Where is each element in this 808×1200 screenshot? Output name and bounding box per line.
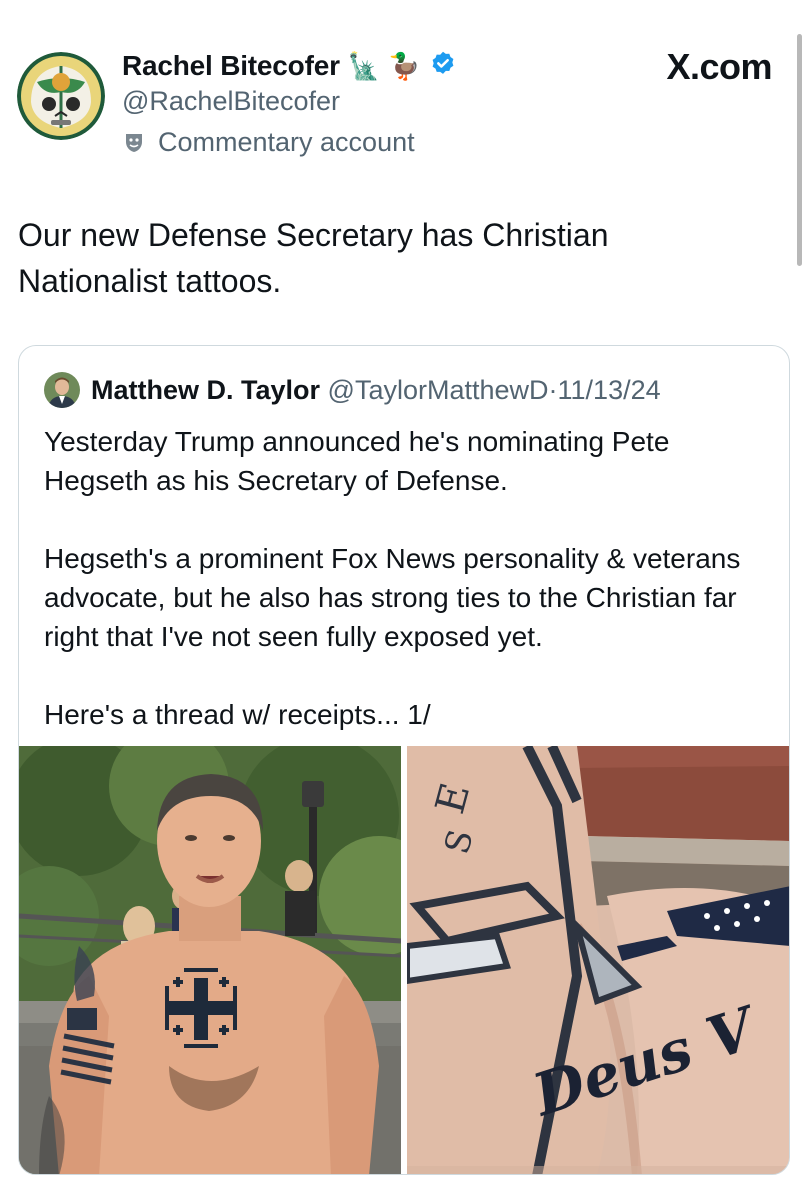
statue-of-liberty-icon: 🗽	[347, 50, 381, 81]
author-avatar[interactable]	[17, 52, 105, 140]
quoted-tweet-date[interactable]: 11/13/24	[558, 375, 661, 405]
x-brand-logo: X.com	[666, 46, 772, 87]
account-label-text: Commentary account	[158, 127, 415, 157]
quoted-paragraph: Here's a thread w/ receipts... 1/	[44, 699, 431, 730]
quoted-tweet-header: Matthew D. Taylor @TaylorMatthewD·11/13/…	[91, 372, 661, 408]
quoted-author-handle[interactable]: @TaylorMatthewD	[328, 375, 549, 405]
media-photo-left[interactable]	[19, 746, 401, 1174]
author-display-name[interactable]: Rachel Bitecofer	[122, 50, 340, 82]
author-name-row: Rachel Bitecofer 🗽 🦆	[122, 46, 457, 86]
quoted-tweet-card[interactable]: Matthew D. Taylor @TaylorMatthewD·11/13/…	[18, 345, 790, 1175]
verified-badge-icon[interactable]	[429, 50, 457, 83]
meta-separator: ·	[548, 375, 558, 405]
quoted-paragraph: Yesterday Trump announced he's nominatin…	[44, 426, 670, 496]
quoted-tweet-text: Yesterday Trump announced he's nominatin…	[44, 422, 774, 734]
media-photo-right[interactable]: E S Deus V	[407, 746, 789, 1174]
commentary-mask-icon	[122, 131, 146, 155]
quoted-author-name[interactable]: Matthew D. Taylor	[91, 375, 320, 405]
tweet-text: Our new Defense Secretary has Christian …	[18, 217, 609, 299]
quoted-author-avatar[interactable]	[44, 372, 80, 408]
quoted-paragraph: Hegseth's a prominent Fox News personali…	[44, 543, 741, 652]
scrollbar[interactable]	[797, 34, 802, 266]
account-label[interactable]: Commentary account	[122, 127, 415, 158]
author-handle[interactable]: @RachelBitecofer	[122, 86, 340, 117]
duck-icon: 🦆	[388, 50, 421, 81]
